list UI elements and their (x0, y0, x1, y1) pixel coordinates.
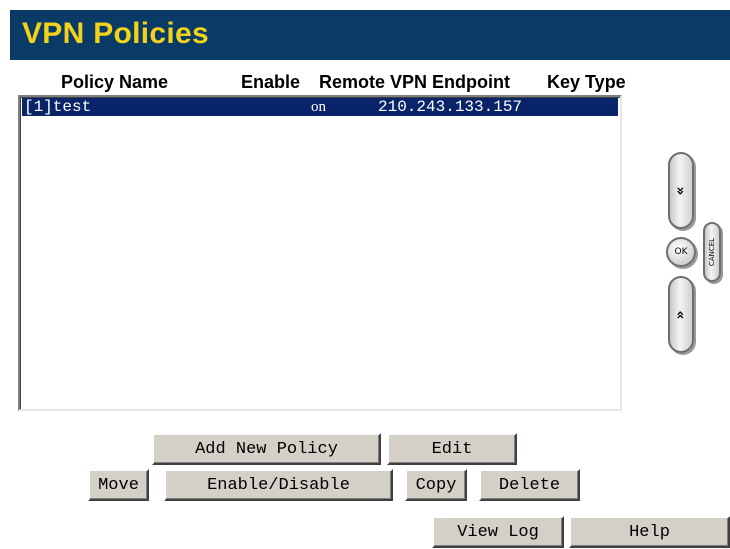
cancel-button[interactable]: CANCEL (703, 222, 721, 282)
help-button[interactable]: Help (569, 516, 730, 548)
delete-button[interactable]: Delete (479, 469, 580, 501)
enable-disable-button[interactable]: Enable/Disable (164, 469, 393, 501)
policy-endpoint-cell: 210.243.133.157 (378, 98, 523, 116)
scroll-down-button[interactable]: » (668, 276, 694, 353)
ok-button[interactable]: OK (666, 237, 696, 267)
title-bar: VPN Policies (10, 10, 730, 60)
column-header-remote-endpoint: Remote VPN Endpoint (319, 72, 511, 92)
policy-enable-cell: on (311, 99, 326, 115)
edit-button[interactable]: Edit (387, 433, 517, 465)
double-chevron-up-icon: « (672, 185, 689, 196)
cancel-label: CANCEL (708, 237, 716, 267)
scroll-up-button[interactable]: « (668, 152, 694, 229)
column-header-key-type: Key Type (547, 72, 626, 92)
policy-row[interactable]: [1]test on 210.243.133.157 (22, 98, 618, 116)
copy-button[interactable]: Copy (405, 469, 467, 501)
column-header-policy-name: Policy Name (61, 72, 169, 92)
policy-name-cell: [1]test (24, 98, 92, 116)
move-button[interactable]: Move (88, 469, 149, 501)
page-title: VPN Policies (22, 17, 210, 50)
ok-label: OK (674, 247, 688, 257)
column-header-enable: Enable (241, 72, 301, 92)
double-chevron-down-icon: » (672, 309, 689, 320)
policy-listbox[interactable]: [1]test on 210.243.133.157 (18, 95, 622, 411)
view-log-button[interactable]: View Log (432, 516, 564, 548)
add-new-policy-button[interactable]: Add New Policy (152, 433, 381, 465)
